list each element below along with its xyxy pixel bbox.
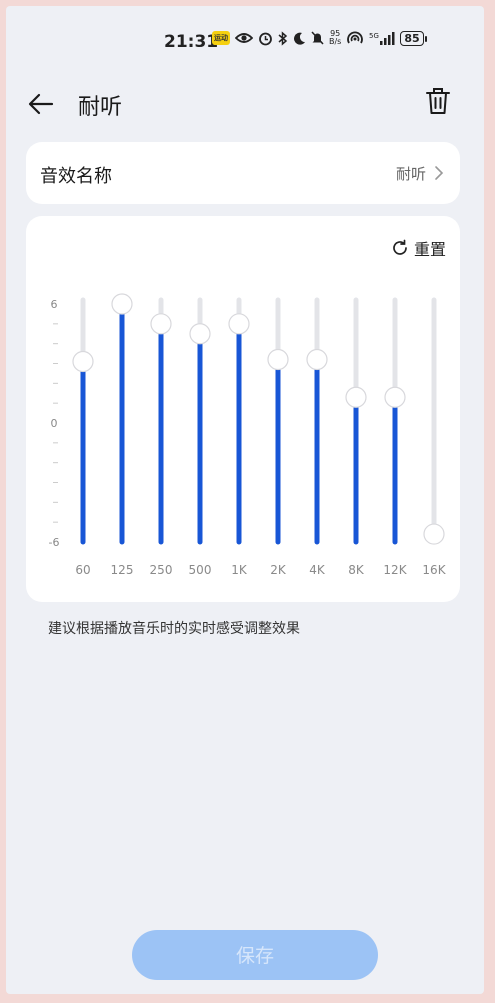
status-icons: 运动 95 B/s 5G 85 [212, 29, 428, 46]
band-knob[interactable] [345, 386, 367, 408]
eye-icon [235, 33, 253, 43]
equalizer-chart: 60-660 125 250 500 1K 2K 4K 8K 12K 16K [49, 293, 447, 577]
alarm-icon [259, 32, 272, 45]
scale-label: 0 [51, 417, 58, 430]
band-knob[interactable] [306, 348, 328, 371]
band-label: 12K [383, 563, 407, 577]
band-label: 8K [348, 563, 365, 577]
band-label: 500 [189, 563, 212, 577]
band-label: 60 [75, 563, 90, 577]
band-knob[interactable] [72, 350, 94, 373]
band-knob[interactable] [228, 313, 250, 335]
battery-indicator: 85 [400, 30, 428, 46]
adjust-hint: 建议根据播放音乐时的实时感受调整效果 [48, 621, 300, 637]
arrow-left-icon[interactable] [26, 89, 56, 119]
band-label: 4K [309, 563, 326, 577]
band-knob[interactable] [150, 313, 172, 335]
band-knob[interactable] [111, 293, 133, 315]
band-label: 250 [150, 563, 173, 577]
save-button[interactable]: 保存 [132, 930, 378, 980]
band-knob[interactable] [423, 523, 445, 545]
reset-button[interactable]: 重置 [391, 236, 446, 260]
chevron-right-icon [435, 166, 444, 180]
effect-name-label: 音效名称 [40, 166, 112, 187]
scale-label: -6 [49, 536, 60, 549]
refresh-icon [393, 239, 407, 255]
band-knob[interactable] [267, 348, 289, 371]
band-label: 2K [270, 563, 287, 577]
signal-icon: 5G [369, 32, 395, 45]
moon-icon [294, 32, 305, 45]
screen: 21:31 运动 95 B/s 5G 85 耐听 音效名称 耐听 6 0 -6 60 12… [6, 6, 484, 994]
effect-name-value: 耐听 [395, 165, 426, 183]
clock: 21:31 [164, 32, 219, 52]
hotspot-icon [347, 31, 364, 44]
band-label: 125 [111, 563, 134, 577]
status-bar: 21:31 运动 95 B/s 5G 85 [6, 28, 484, 58]
band-label: 16K [422, 563, 446, 577]
svg-text:5G: 5G [369, 32, 379, 40]
page-title: 耐听 [78, 95, 123, 120]
app-badge: 运动 [212, 31, 230, 45]
reset-label: 重置 [413, 240, 446, 259]
band-knob[interactable] [384, 386, 406, 408]
scale-label: 6 [51, 298, 58, 311]
effect-name-row[interactable]: 音效名称 耐听 [26, 142, 460, 204]
network-speed: 95 B/s [329, 29, 342, 46]
band-knob[interactable] [189, 323, 211, 345]
mute-icon [311, 31, 324, 45]
page-header: 耐听 [6, 84, 484, 124]
equalizer-card: 6 0 -6 60 125 250 500 1K 2K 4K 8K 12K 16K 重置 [26, 216, 460, 602]
bluetooth-icon [278, 30, 288, 46]
band-label: 1K [231, 563, 248, 577]
trash-icon[interactable] [424, 86, 452, 116]
